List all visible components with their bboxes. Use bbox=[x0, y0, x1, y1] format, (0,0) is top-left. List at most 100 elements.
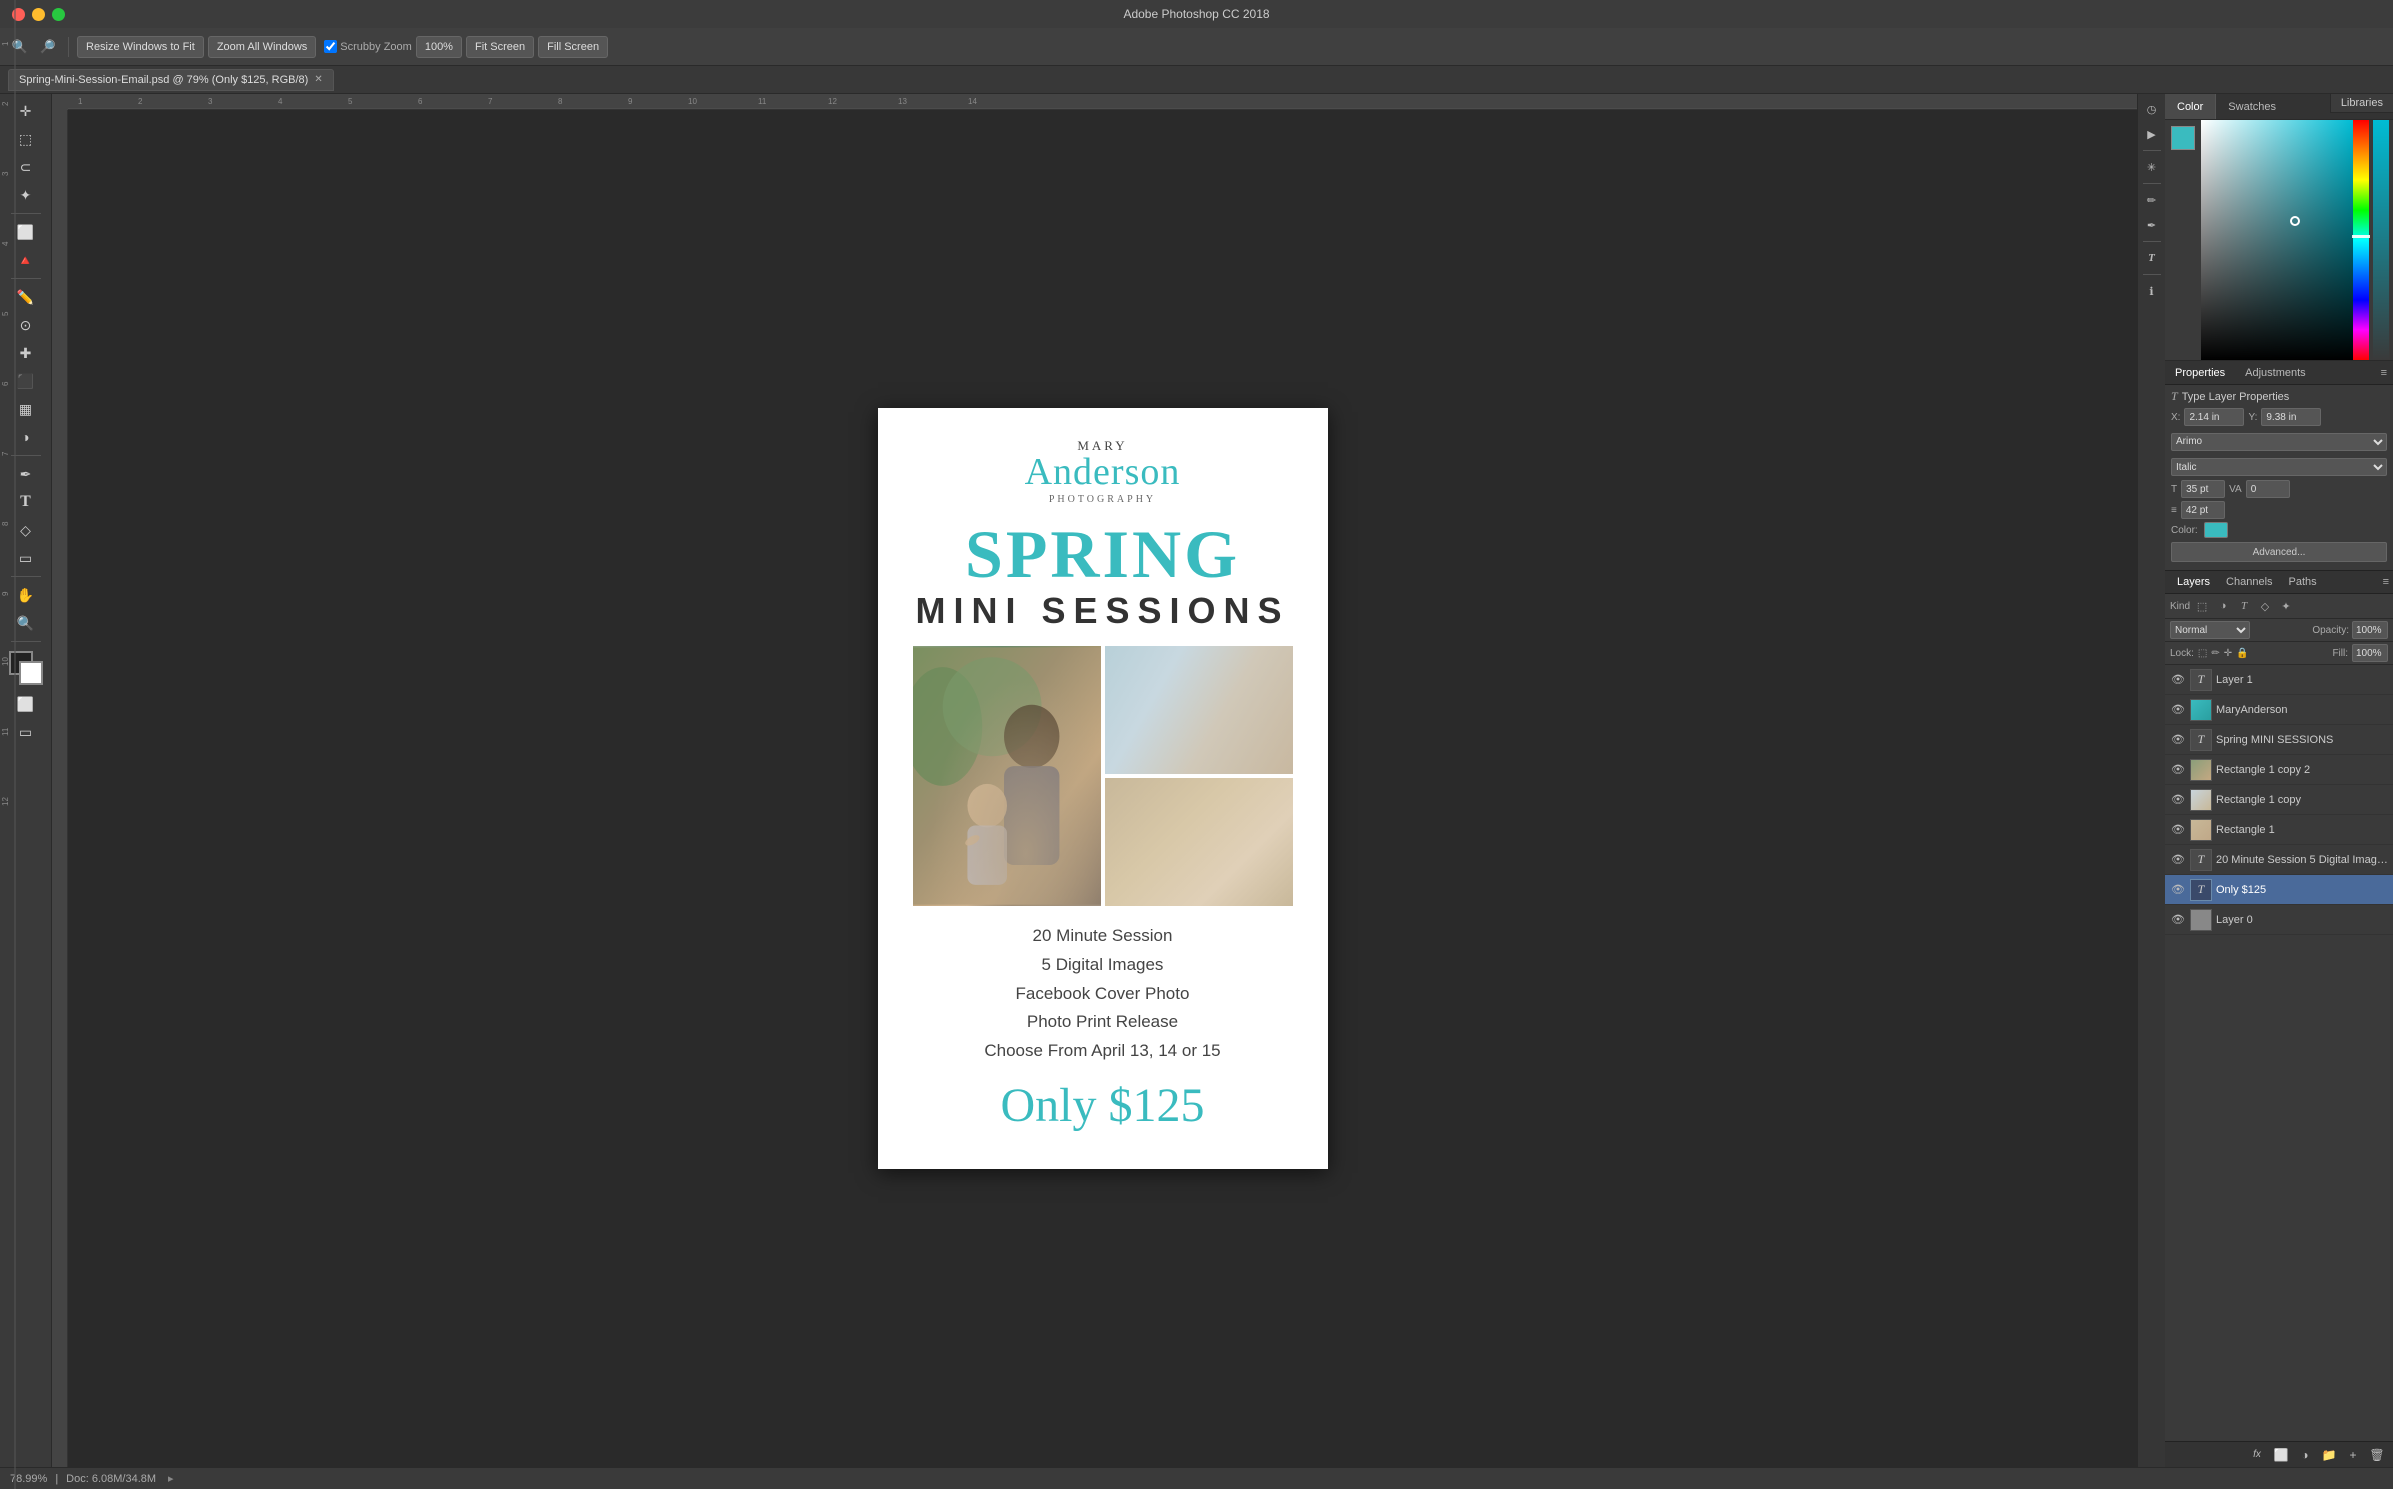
leading-input[interactable] bbox=[2181, 501, 2225, 519]
icon-sep-2 bbox=[2143, 183, 2161, 184]
brush-icon[interactable]: ✏ bbox=[2141, 189, 2163, 211]
canvas-area: 1 2 3 4 5 6 7 8 9 10 11 12 13 14 bbox=[52, 94, 2137, 1467]
layer-item[interactable]: 👁 Rectangle 1 bbox=[2165, 815, 2393, 845]
layer-item[interactable]: 👁 Rectangle 1 copy 2 bbox=[2165, 755, 2393, 785]
history-icon[interactable]: ◷ bbox=[2141, 98, 2163, 120]
layer-visibility-icon[interactable]: 👁 bbox=[2170, 702, 2186, 718]
doc-info-arrow[interactable]: ▸ bbox=[168, 1472, 174, 1485]
layer-visibility-icon[interactable]: 👁 bbox=[2170, 792, 2186, 808]
x-input[interactable] bbox=[2184, 408, 2244, 426]
services-list: 20 Minute Session 5 Digital Images Faceb… bbox=[984, 922, 1220, 1066]
libraries-tab[interactable]: Libraries bbox=[2330, 94, 2393, 113]
y-label: Y: bbox=[2248, 412, 2257, 423]
blend-mode-select[interactable]: Normal bbox=[2170, 621, 2250, 639]
fill-screen-button[interactable]: Fill Screen bbox=[538, 36, 608, 58]
opacity-input[interactable] bbox=[2352, 621, 2388, 639]
layer-item[interactable]: 👁 T Spring MINI SESSIONS bbox=[2165, 725, 2393, 755]
tab-swatches[interactable]: Swatches bbox=[2216, 94, 2288, 119]
traffic-lights[interactable] bbox=[12, 8, 65, 21]
document-tab-close-icon[interactable]: ✕ bbox=[314, 74, 322, 85]
font-size-icon: T bbox=[2171, 484, 2177, 495]
hue-bar[interactable] bbox=[2353, 120, 2369, 360]
svg-text:11: 11 bbox=[758, 97, 767, 106]
layer-item-selected[interactable]: 👁 T Only $125 bbox=[2165, 875, 2393, 905]
delete-layer-icon[interactable]: 🗑 bbox=[2367, 1445, 2387, 1465]
play-icon[interactable]: ▶ bbox=[2141, 123, 2163, 145]
y-input[interactable] bbox=[2261, 408, 2321, 426]
status-bar: 78.99% | Doc: 6.08M/34.8M ▸ bbox=[0, 1467, 2393, 1489]
advanced-button[interactable]: Advanced... bbox=[2171, 542, 2387, 562]
fit-screen-button[interactable]: Fit Screen bbox=[466, 36, 534, 58]
lock-image-icon[interactable]: ✏ bbox=[2211, 648, 2219, 659]
layer-visibility-icon[interactable]: 👁 bbox=[2170, 912, 2186, 928]
tracking-input[interactable] bbox=[2246, 480, 2290, 498]
layer-visibility-icon[interactable]: 👁 bbox=[2170, 762, 2186, 778]
fill-input[interactable] bbox=[2352, 644, 2388, 662]
filter-vector-icon[interactable]: ◇ bbox=[2256, 597, 2274, 615]
document-tab[interactable]: Spring-Mini-Session-Email.psd @ 79% (Onl… bbox=[8, 69, 334, 91]
filter-adjust-icon[interactable]: ◑ bbox=[2214, 597, 2232, 615]
minimize-button[interactable] bbox=[32, 8, 45, 21]
layer-item[interactable]: 👁 Layer 0 bbox=[2165, 905, 2393, 935]
font-size-input[interactable] bbox=[2181, 480, 2225, 498]
pen-icon[interactable]: ✒ bbox=[2141, 214, 2163, 236]
layer-fx-icon[interactable]: fx bbox=[2247, 1445, 2267, 1465]
svg-text:3: 3 bbox=[1, 171, 10, 176]
font-color-swatch[interactable] bbox=[2204, 522, 2228, 538]
layer-item[interactable]: 👁 T 20 Minute Session 5 Digital Images .… bbox=[2165, 845, 2393, 875]
new-group-icon[interactable]: 📁 bbox=[2319, 1445, 2339, 1465]
status-sep: | bbox=[55, 1473, 58, 1485]
tab-properties[interactable]: Properties bbox=[2165, 361, 2235, 384]
layer-item[interactable]: 👁 MaryAnderson bbox=[2165, 695, 2393, 725]
font-style-select[interactable]: Italic bbox=[2171, 458, 2387, 476]
tab-channels[interactable]: Channels bbox=[2218, 570, 2280, 594]
zoom-100-button[interactable]: 100% bbox=[416, 36, 462, 58]
layer-visibility-icon[interactable]: 👁 bbox=[2170, 822, 2186, 838]
type-icon[interactable]: T bbox=[2141, 247, 2163, 269]
canvas-with-vruler: 1 2 3 4 5 6 7 8 9 10 11 12 bbox=[52, 110, 2137, 1467]
resize-windows-button[interactable]: Resize Windows to Fit bbox=[77, 36, 204, 58]
color-preview-area bbox=[2165, 120, 2201, 360]
info-icon[interactable]: ℹ bbox=[2141, 280, 2163, 302]
filter-pixel-icon[interactable]: ⬚ bbox=[2193, 597, 2211, 615]
layer-adjustment-icon[interactable]: ◑ bbox=[2295, 1445, 2315, 1465]
filter-smart-icon[interactable]: ✦ bbox=[2277, 597, 2295, 615]
properties-menu[interactable]: ≡ bbox=[2381, 367, 2393, 379]
layer-visibility-icon[interactable]: 👁 bbox=[2170, 852, 2186, 868]
layer-visibility-icon[interactable]: 👁 bbox=[2170, 672, 2186, 688]
tab-paths[interactable]: Paths bbox=[2281, 570, 2325, 594]
tab-layers[interactable]: Layers bbox=[2169, 570, 2218, 594]
canvas-scroll-area[interactable]: MARY Anderson PHOTOGRAPHY SPRING MINI SE… bbox=[68, 110, 2137, 1467]
layer-visibility-icon[interactable]: 👁 bbox=[2170, 732, 2186, 748]
lock-all-icon[interactable]: 🔒 bbox=[2236, 648, 2248, 659]
background-color[interactable] bbox=[19, 661, 43, 685]
sat-val-gradient[interactable] bbox=[2201, 120, 2353, 360]
layers-blend-row: Normal Opacity: bbox=[2165, 619, 2393, 642]
layer-item[interactable]: 👁 T Layer 1 bbox=[2165, 665, 2393, 695]
fill-label: Fill: bbox=[2332, 648, 2348, 659]
layer-item[interactable]: 👁 Rectangle 1 copy bbox=[2165, 785, 2393, 815]
tab-color[interactable]: Color bbox=[2165, 94, 2216, 119]
tab-adjustments[interactable]: Adjustments bbox=[2235, 361, 2316, 384]
photo-bottom-right bbox=[1105, 778, 1293, 906]
layers-menu[interactable]: ≡ bbox=[2383, 576, 2389, 588]
layer-visibility-icon[interactable]: 👁 bbox=[2170, 882, 2186, 898]
foreground-swatch[interactable] bbox=[2171, 126, 2195, 150]
zoom-all-windows-button[interactable]: Zoom All Windows bbox=[208, 36, 316, 58]
layer-mask-icon[interactable]: ⬜ bbox=[2271, 1445, 2291, 1465]
lock-position-icon[interactable]: ✛ bbox=[2224, 648, 2232, 659]
service-item-5: Choose From April 13, 14 or 15 bbox=[984, 1037, 1220, 1066]
asterisk-icon[interactable]: ✳ bbox=[2141, 156, 2163, 178]
svg-text:5: 5 bbox=[1, 311, 10, 316]
filter-type-icon[interactable]: T bbox=[2235, 597, 2253, 615]
font-family-select[interactable]: Arimo bbox=[2171, 433, 2387, 451]
color-cursor[interactable] bbox=[2290, 216, 2300, 226]
alpha-bar[interactable] bbox=[2373, 120, 2389, 360]
maximize-button[interactable] bbox=[52, 8, 65, 21]
new-layer-icon[interactable]: + bbox=[2343, 1445, 2363, 1465]
svg-text:14: 14 bbox=[968, 97, 977, 106]
color-spectrum-area[interactable] bbox=[2201, 120, 2353, 360]
lock-transparent-icon[interactable]: ⬚ bbox=[2198, 648, 2207, 659]
scrubby-zoom-checkbox[interactable] bbox=[324, 40, 337, 53]
zoom-out-icon[interactable]: 🔎 bbox=[36, 35, 60, 59]
